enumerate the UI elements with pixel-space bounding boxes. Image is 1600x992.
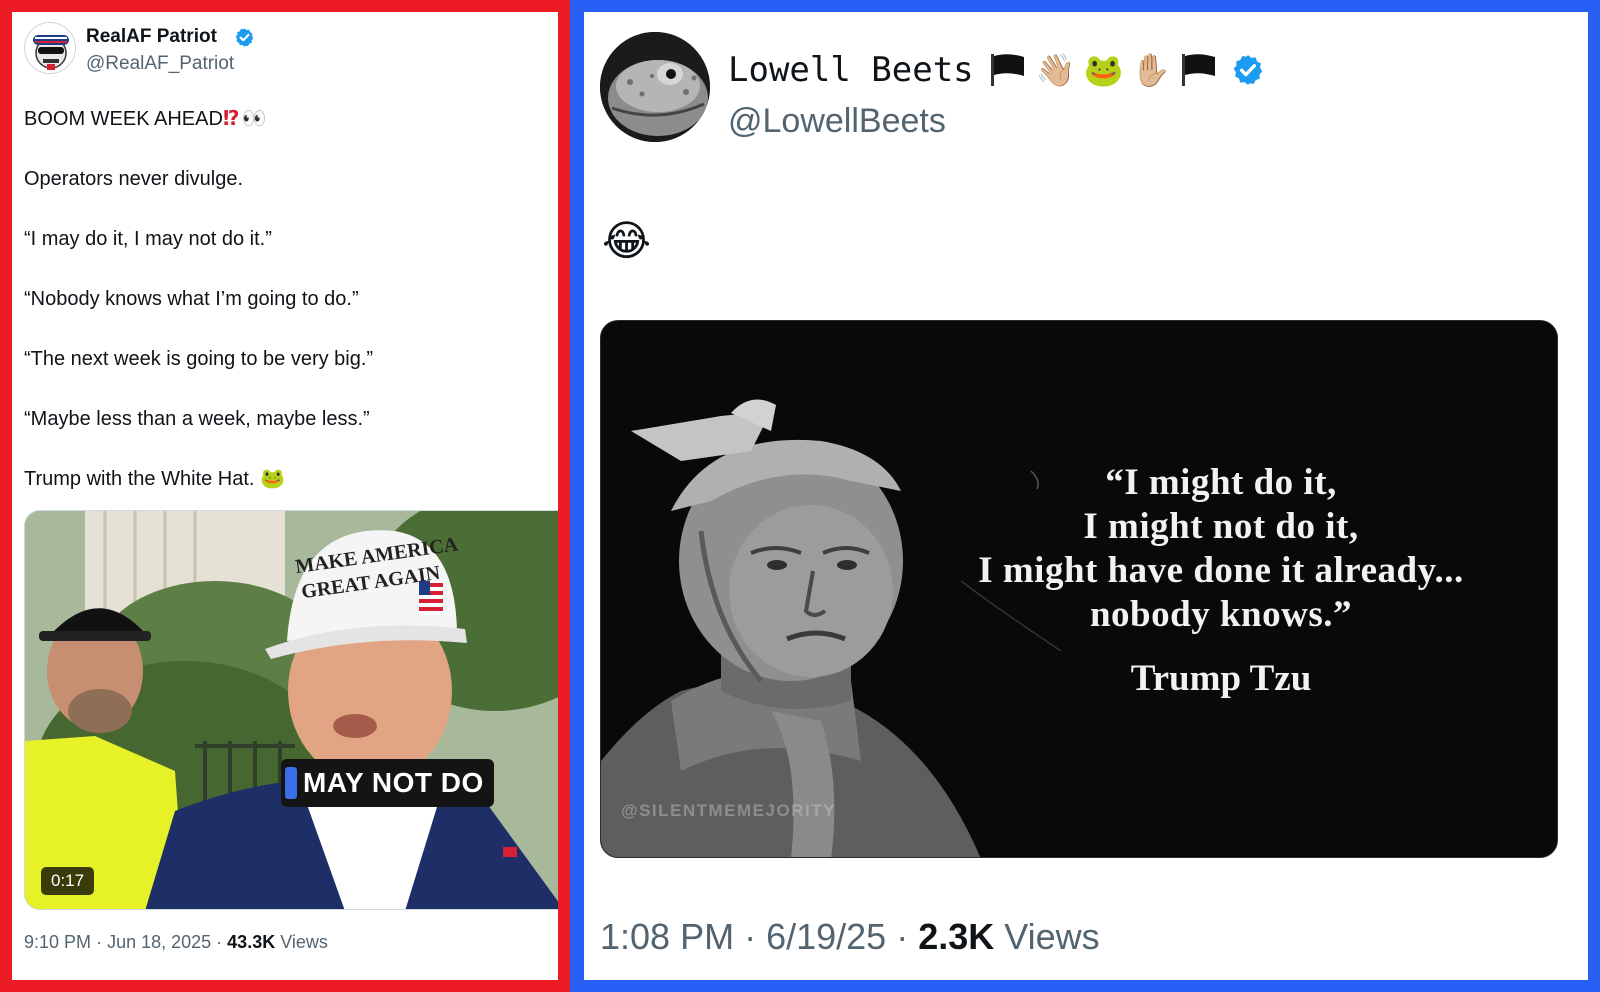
- video-duration-badge: 0:17: [41, 867, 95, 895]
- black-flag-icon: [1182, 54, 1216, 86]
- quote-line-4: nobody knows.”: [1089, 594, 1352, 635]
- laughing-crying-icon: 😂: [602, 217, 652, 264]
- tweet-line-1: BOOM WEEK AHEAD⁉ 👀: [24, 106, 266, 132]
- quote-line-3: I might have done it already...: [978, 550, 1464, 591]
- separator-dot: ·: [216, 932, 228, 952]
- verified-badge-icon: [1233, 55, 1263, 85]
- video-frame: MAKE AMERICA GREAT AGAIN: [25, 511, 558, 909]
- frog-icon: 🐸: [260, 468, 285, 490]
- separator-dot: ·: [744, 916, 767, 957]
- left-tweet-header: RealAF Patriot @RealAF_Patriot: [24, 22, 558, 78]
- name-emojis: 👋🏼 🐸 ✋🏼: [988, 52, 1220, 88]
- author-handle[interactable]: @LowellBeets: [728, 102, 946, 141]
- tweet-meta: 1:08 PM · 6/19/25 · 2.3K Views: [600, 916, 1100, 958]
- quote-text: “I might do it, I might not do it, I mig…: [901, 461, 1541, 701]
- tweet-line-4: “Nobody knows what I’m going to do.”: [24, 288, 359, 310]
- tweet-line-text: BOOM WEEK AHEAD: [24, 108, 223, 130]
- caption-text: MAY NOT DO: [303, 767, 484, 798]
- author-display-name[interactable]: Lowell Beets: [728, 50, 974, 90]
- video-caption: MAY NOT DO: [281, 759, 494, 807]
- waving-hand-icon: 👋🏼: [1035, 51, 1076, 89]
- tweet-line-7: Trump with the White Hat. 🐸: [24, 466, 285, 492]
- interrobang-icon: ⁉: [222, 108, 240, 130]
- quote-attribution: Trump Tzu: [1130, 658, 1312, 699]
- left-tweet-panel: RealAF Patriot @RealAF_Patriot BOOM WEEK…: [0, 0, 570, 992]
- tweet-line-2: Operators never divulge.: [24, 168, 244, 190]
- tweet-time[interactable]: 1:08 PM: [600, 916, 734, 957]
- avatar[interactable]: [600, 32, 710, 142]
- tweet-time[interactable]: 9:10 PM: [24, 932, 91, 952]
- author-display-name[interactable]: RealAF Patriot: [86, 26, 217, 48]
- quote-line-2: I might not do it,: [1083, 506, 1359, 547]
- image-watermark: @SILENTMEMEJORITY: [621, 801, 836, 820]
- black-flag-icon: [990, 54, 1024, 86]
- avatar[interactable]: [24, 22, 76, 74]
- frog-avatar-icon: [600, 32, 710, 142]
- author-name-row: Lowell Beets 👋🏼 🐸 ✋🏼: [728, 50, 1265, 90]
- views-count: 43.3K: [227, 932, 276, 952]
- tweet-line-6: “Maybe less than a week, maybe less.”: [24, 408, 370, 430]
- right-tweet-panel: Lowell Beets 👋🏼 🐸 ✋🏼 @LowellBeets 😂 “I m…: [570, 0, 1600, 992]
- tweet-date[interactable]: 6/19/25: [766, 916, 886, 957]
- views-label: Views: [280, 932, 328, 952]
- views-label: Views: [1004, 916, 1100, 957]
- tweet-video[interactable]: MAKE AMERICA GREAT AGAIN MAY NOT DO 0:17: [24, 510, 558, 910]
- author-handle[interactable]: @RealAF_Patriot: [86, 53, 234, 75]
- tweet-date[interactable]: Jun 18, 2025: [107, 932, 211, 952]
- tweet-line-text: Trump with the White Hat.: [24, 468, 255, 490]
- tweet-meta: 9:10 PM · Jun 18, 2025 · 43.3K Views: [24, 932, 328, 953]
- eyes-icon: 👀: [241, 108, 267, 130]
- caption-cursor: [285, 767, 297, 799]
- verified-badge-icon: [235, 28, 254, 47]
- separator-dot: ·: [896, 916, 919, 957]
- quote-line-1: “I might do it,: [1105, 462, 1337, 503]
- tweet-image[interactable]: “I might do it, I might not do it, I mig…: [600, 320, 1558, 858]
- tweet-line-5: “The next week is going to be very big.”: [24, 348, 374, 370]
- tweet-line-3: “I may do it, I may not do it.”: [24, 228, 272, 250]
- frog-icon: 🐸: [1083, 51, 1124, 89]
- raised-hand-icon: ✋🏼: [1131, 51, 1172, 89]
- views-count: 2.3K: [918, 916, 995, 957]
- separator-dot: ·: [96, 932, 108, 952]
